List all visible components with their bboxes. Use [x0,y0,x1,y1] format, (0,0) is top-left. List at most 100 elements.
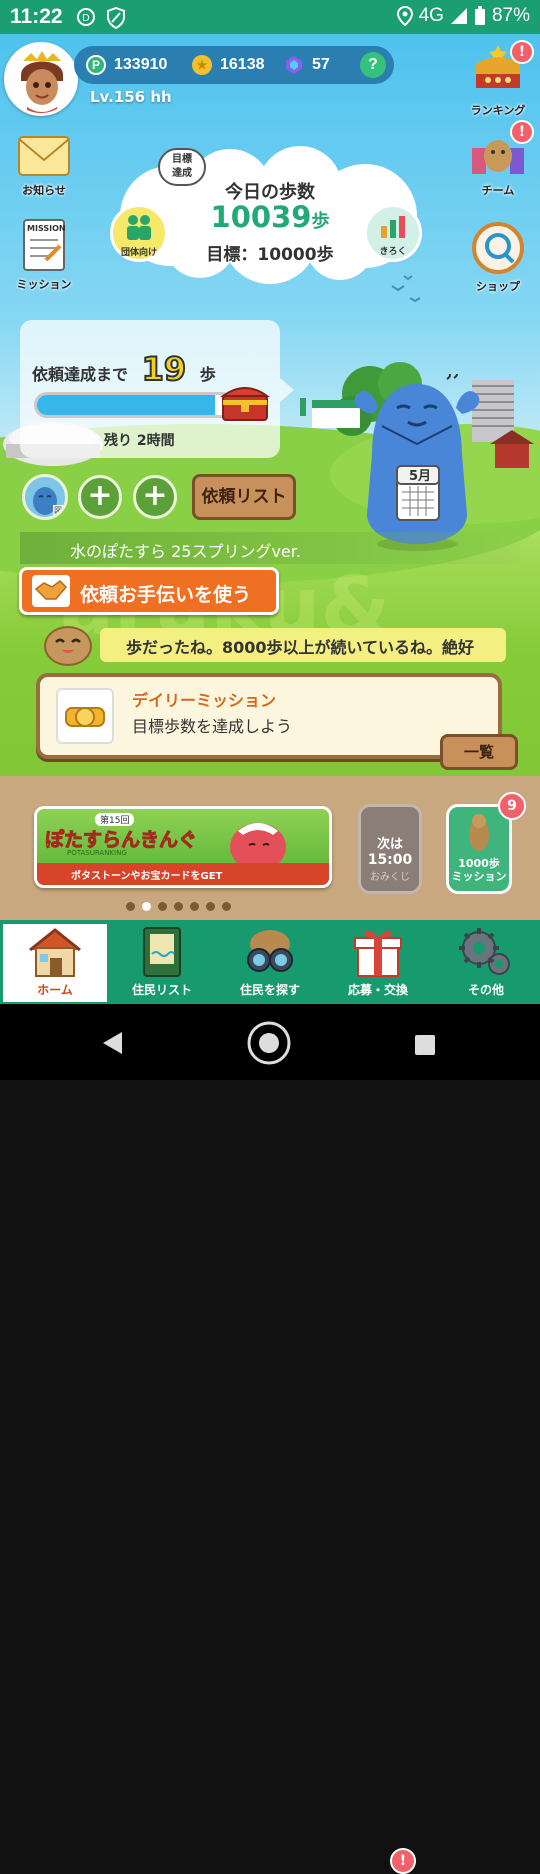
avatar-face-icon [7,45,75,113]
helper-slot-badge: 図 [53,505,63,516]
banner-caption-bar: ポタストーンやお宝カードをGET [37,863,329,885]
home-circle-icon[interactable] [246,1020,292,1066]
carousel-dot[interactable] [126,902,135,911]
treasure-chest-icon [220,387,270,421]
speaker-face [44,626,92,666]
system-nav-bar [0,1004,540,1080]
omikuji-next: 次は [376,837,403,852]
resident-list-icon [143,927,181,977]
step-mission-button[interactable]: 1000歩 ミッション [446,804,512,894]
carousel-dot[interactable] [206,902,215,911]
carousel-dot[interactable] [190,902,199,911]
team-badge: ! [510,120,534,144]
mission-label: ミッション [16,278,72,291]
banner-title: ぽたすらんきんぐ [44,829,198,852]
omikuji-button[interactable]: 次は 15:00 おみくじ [358,804,422,894]
ranking-badge: ! [510,40,534,64]
point-icon: P [86,55,106,75]
banner-subtitle: POTASURANKING [67,849,127,857]
helper-slot-filled[interactable]: 図 [22,474,68,520]
carousel-dot[interactable] [158,902,167,911]
request-prefix: 依頼達成まで [32,365,129,384]
speech-text: 歩だったね。8000歩以上が続いているね。絶好 [126,638,475,657]
step-mission-badge: 9 [498,792,526,820]
nav-home[interactable]: ホーム [3,924,107,1002]
game-screen: aruku& P 133910 ★ 16138 57 ? Lv.156 hh [0,34,540,920]
battery-percent: 87% [491,5,530,26]
banner-character [230,823,286,871]
group-icon [127,215,151,240]
carousel-dot[interactable] [174,902,183,911]
record-label: きろく [379,247,407,257]
player-avatar[interactable] [4,42,78,116]
carousel-dot[interactable] [142,902,151,911]
nav-apply-exchange-badge: ! [390,1848,416,1874]
add-helper-button-2[interactable]: + [133,475,177,519]
shop-label: ショップ [476,280,520,293]
request-panel: 依頼達成まで 19 歩 残り 2時間 [20,320,280,458]
svg-text:D: D [82,13,90,24]
steps-count-line: 10039歩 [0,200,540,234]
ranking-button[interactable]: ランキング ! [462,40,534,118]
currency-bar: P 133910 ★ 16138 57 ? [74,46,394,84]
carousel-dot[interactable] [222,902,231,911]
nav-apply-exchange[interactable]: 応募・交換 [326,924,430,1002]
gems-value: 57 [312,56,330,73]
ranking-label: ランキング [470,104,526,117]
network-type: 4G [418,5,444,26]
request-remaining: 残り 2時間 [104,433,175,449]
omikuji-label: おみくじ [370,872,410,883]
request-list-button[interactable]: 依頼リスト [192,474,296,520]
ranking-event-banner[interactable]: 第15回 ぽたすらんきんぐ POTASURANKING ポタストーンやお宝カード… [34,806,332,888]
step-mission-label-1: 1000歩 [458,857,500,870]
mascot-character: 5月 [354,374,480,551]
steps-count: 10039 [210,200,312,234]
daily-mission-icon [65,707,105,727]
gear-icon [459,928,510,975]
use-request-help-label: 依頼お手伝いを使う [80,584,252,606]
daily-mission-card[interactable]: デイリーミッション 目標歩数を達成しよう [36,673,502,759]
coin-icon: ★ [192,55,212,75]
help-button[interactable]: ? [360,52,386,78]
calendar-month: 5月 [409,469,431,484]
request-progress-fill [37,395,216,415]
status-time: 11:22 [10,5,63,28]
record-button[interactable]: きろく [364,204,422,262]
nav-resident-list-label: 住民リスト [131,983,192,997]
handshake-icon [32,575,70,607]
nav-other[interactable]: その他 [434,924,538,1002]
bar-chart-icon [381,216,405,238]
daily-mission-desc: 目標歩数を達成しよう [132,717,293,736]
back-icon[interactable] [100,1030,124,1056]
group-button[interactable]: 団体向け [110,204,168,262]
nav-home-label: ホーム [37,983,73,997]
nav-resident-list[interactable]: 住民リスト [110,924,214,1002]
nav-find-resident[interactable]: 住民を探す [218,924,322,1002]
gift-icon [354,930,402,977]
battery-icon [474,6,485,25]
nav-find-resident-label: 住民を探す [239,983,300,997]
carousel-dots[interactable] [126,902,231,911]
request-progress-bar [34,392,234,418]
step-mission-character-icon [469,814,489,851]
mail-icon [18,136,70,176]
points-value: 133910 [114,56,168,73]
daily-mission-icon-box [56,688,114,744]
request-unit: 歩 [199,365,216,384]
group-label: 団体向け [120,248,157,258]
daily-mission-title: デイリーミッション [132,691,277,710]
add-helper-button-1[interactable]: + [78,475,122,519]
location-icon [396,6,413,26]
status-bar: 11:22 D 4G 87% [0,0,540,34]
omikuji-time: 15:00 [367,852,413,868]
character-speech: 歩だったね。8000歩以上が続いているね。絶好 [100,628,506,662]
house-icon [29,928,81,977]
recents-icon[interactable] [414,1034,436,1056]
steps-unit: 歩 [311,211,330,232]
request-panel-pointer [280,378,294,402]
step-mission-label-2: ミッション [451,870,507,883]
nav-apply-exchange-label: 応募・交換 [347,983,408,997]
ticker-text: 水のぽたすら 25スプリングver. [70,542,301,561]
daily-mission-list-button[interactable]: 一覧 [440,734,518,770]
use-request-help-button[interactable]: 依頼お手伝いを使う [19,567,279,615]
